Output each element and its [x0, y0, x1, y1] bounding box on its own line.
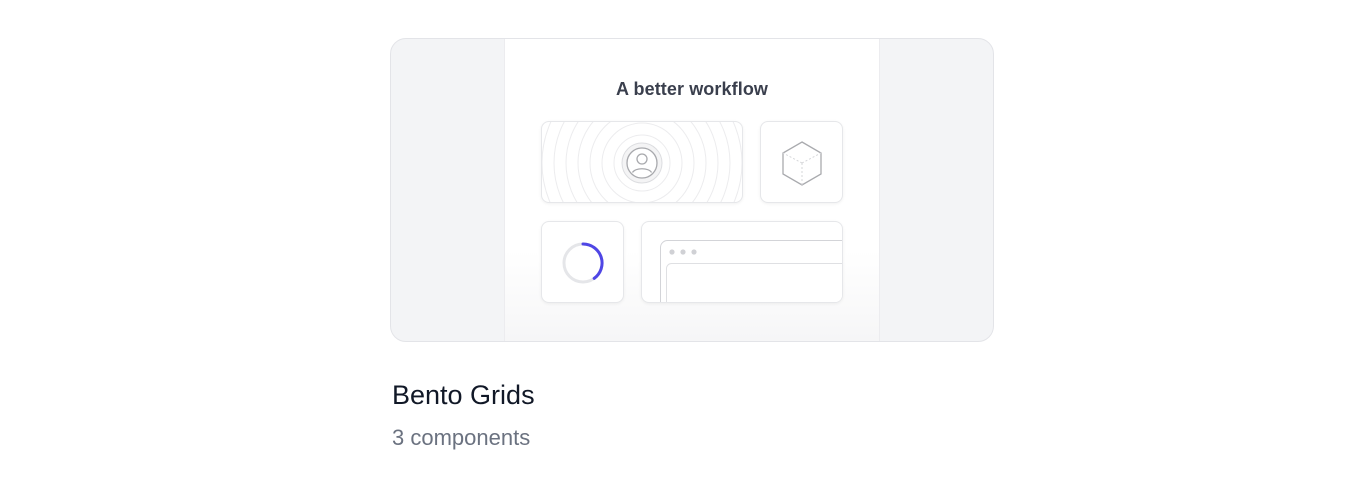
loading-spinner-icon	[562, 242, 604, 284]
user-avatar-icon	[542, 122, 742, 202]
spinner-tile	[541, 221, 624, 303]
card-title: Bento Grids	[392, 380, 535, 410]
avatar-tile	[541, 121, 743, 203]
component-count: 3 components	[392, 425, 531, 450]
bento-grids-card[interactable]: A better workflow Bento Grids 3 componen…	[390, 38, 994, 452]
preview-title: A better workflow	[615, 79, 769, 99]
cube-icon	[782, 141, 822, 186]
card-preview: A better workflow	[390, 38, 994, 342]
window-tile	[641, 221, 843, 303]
cube-tile	[760, 121, 843, 203]
preview-canvas: A better workflow	[504, 39, 880, 341]
browser-window-icon	[660, 240, 842, 302]
